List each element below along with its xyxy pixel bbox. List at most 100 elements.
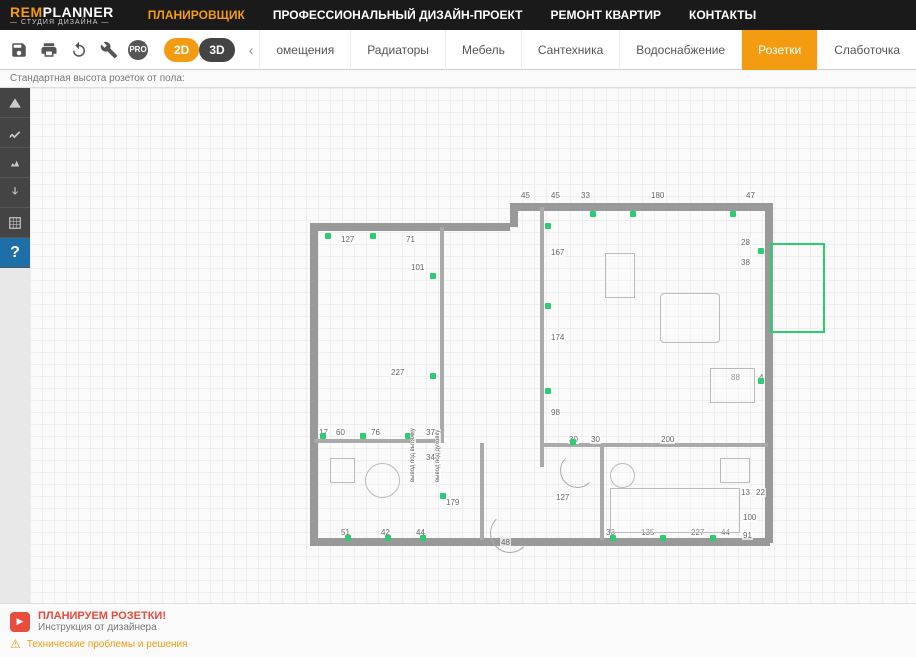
- mountain-tool-icon[interactable]: [0, 148, 30, 178]
- youtube-icon: ▶: [10, 612, 30, 632]
- dimension: 38: [740, 258, 751, 267]
- socket[interactable]: [420, 535, 426, 541]
- furniture-item[interactable]: [365, 463, 400, 498]
- furniture-desk[interactable]: [710, 368, 755, 403]
- nav-design-project[interactable]: ПРОФЕССИОНАЛЬНЫЙ ДИЗАЙН-ПРОЕКТ: [273, 8, 523, 22]
- socket[interactable]: [325, 233, 331, 239]
- main-area: ? 45 45 33 180 4: [0, 88, 916, 628]
- ruler-tool-icon[interactable]: [0, 118, 30, 148]
- dimension: 180: [650, 191, 665, 200]
- tab-water-supply[interactable]: Водоснабжение: [619, 30, 741, 70]
- socket[interactable]: [545, 303, 551, 309]
- triangle-tool-icon[interactable]: [0, 88, 30, 118]
- door[interactable]: [490, 513, 530, 553]
- tab-sockets[interactable]: Розетки: [741, 30, 817, 70]
- tech-issues[interactable]: ⚠ Технические проблемы и решения: [10, 637, 906, 651]
- dimension: 127: [340, 235, 355, 244]
- video-notice[interactable]: ▶ ПЛАНИРУЕМ РОЗЕТКИ! Инструкция от дизай…: [10, 610, 906, 633]
- dimension: 127: [555, 493, 570, 502]
- furniture-sofa[interactable]: [660, 293, 720, 343]
- tech-text: Технические проблемы и решения: [27, 639, 188, 650]
- dimension: 71: [405, 235, 416, 244]
- side-toolbar: ?: [0, 88, 30, 268]
- dimension: 179: [445, 498, 460, 507]
- socket[interactable]: [758, 248, 764, 254]
- socket[interactable]: [430, 373, 436, 379]
- pro-badge[interactable]: PRO: [128, 40, 148, 60]
- furniture-item[interactable]: [330, 458, 355, 483]
- door[interactable]: [560, 453, 595, 488]
- category-tabs: омещения Радиаторы Мебель Сантехника Вод…: [259, 30, 916, 70]
- socket[interactable]: [545, 223, 551, 229]
- wall[interactable]: [314, 439, 444, 443]
- status-text: Стандартная высота розеток от пола:: [0, 70, 916, 88]
- print-icon[interactable]: [38, 39, 60, 61]
- wall[interactable]: [510, 203, 518, 227]
- nav-planner[interactable]: ПЛАНИРОВЩИК: [148, 8, 245, 22]
- chevron-left-icon[interactable]: ‹: [249, 42, 254, 58]
- balcony[interactable]: [770, 243, 825, 333]
- dimension: 167: [550, 248, 565, 257]
- nav-contacts[interactable]: КОНТАКТЫ: [689, 8, 756, 22]
- dimension: 47: [745, 191, 756, 200]
- floor-plan[interactable]: 45 45 33 180 47 127 71 101 227 17 60 76 …: [310, 143, 800, 543]
- notice-subtitle: Инструкция от дизайнера: [38, 622, 166, 633]
- furniture-tv[interactable]: [605, 253, 635, 298]
- socket[interactable]: [370, 233, 376, 239]
- view-toggle: 2D 3D: [164, 38, 235, 62]
- socket[interactable]: [660, 535, 666, 541]
- tab-plumbing[interactable]: Сантехника: [521, 30, 619, 70]
- canvas[interactable]: 45 45 33 180 47 127 71 101 227 17 60 76 …: [30, 88, 916, 628]
- socket[interactable]: [385, 535, 391, 541]
- socket[interactable]: [360, 433, 366, 439]
- wall[interactable]: [310, 538, 770, 546]
- dimension: 45: [550, 191, 561, 200]
- view-3d-button[interactable]: 3D: [199, 38, 234, 62]
- logo[interactable]: REMPLANNER — СТУДИЯ ДИЗАЙНА —: [10, 4, 134, 26]
- socket[interactable]: [440, 493, 446, 499]
- wall[interactable]: [600, 445, 604, 540]
- socket[interactable]: [758, 378, 764, 384]
- tab-radiators[interactable]: Радиаторы: [350, 30, 445, 70]
- furniture-wc[interactable]: [610, 463, 635, 488]
- undo-icon[interactable]: [68, 39, 90, 61]
- label: вывод под вытяжку: [410, 427, 416, 483]
- hand-tool-icon[interactable]: [0, 178, 30, 208]
- tab-furniture[interactable]: Мебель: [445, 30, 521, 70]
- view-2d-button[interactable]: 2D: [164, 38, 199, 62]
- dimension: 28: [740, 238, 751, 247]
- furniture-sink[interactable]: [720, 458, 750, 483]
- socket[interactable]: [730, 211, 736, 217]
- label: вывод под духовку: [435, 429, 441, 483]
- socket[interactable]: [610, 535, 616, 541]
- socket[interactable]: [590, 211, 596, 217]
- wall[interactable]: [540, 207, 544, 467]
- tab-low-voltage[interactable]: Слаботочка: [817, 30, 916, 70]
- wall[interactable]: [480, 443, 484, 540]
- furniture-bed[interactable]: [610, 488, 740, 533]
- dimension: 200: [660, 435, 675, 444]
- socket[interactable]: [320, 433, 326, 439]
- dimension: 33: [580, 191, 591, 200]
- save-icon[interactable]: [8, 39, 30, 61]
- logo-subtitle: — СТУДИЯ ДИЗАЙНА —: [10, 20, 134, 26]
- socket[interactable]: [345, 535, 351, 541]
- nav-renovation[interactable]: РЕМОНТ КВАРТИР: [550, 8, 661, 22]
- tools-icon[interactable]: [98, 39, 120, 61]
- dimension: 91: [742, 531, 753, 540]
- socket[interactable]: [570, 439, 576, 445]
- socket[interactable]: [630, 211, 636, 217]
- wall[interactable]: [440, 227, 444, 443]
- dimension: 30: [590, 435, 601, 444]
- socket[interactable]: [545, 388, 551, 394]
- wall[interactable]: [510, 203, 770, 211]
- wall[interactable]: [310, 223, 510, 231]
- wall[interactable]: [310, 223, 318, 543]
- dimension: 101: [410, 263, 425, 272]
- help-button[interactable]: ?: [0, 238, 30, 268]
- tab-rooms[interactable]: омещения: [259, 30, 350, 70]
- dimension: 227: [390, 368, 405, 377]
- socket[interactable]: [430, 273, 436, 279]
- grid-tool-icon[interactable]: [0, 208, 30, 238]
- socket[interactable]: [710, 535, 716, 541]
